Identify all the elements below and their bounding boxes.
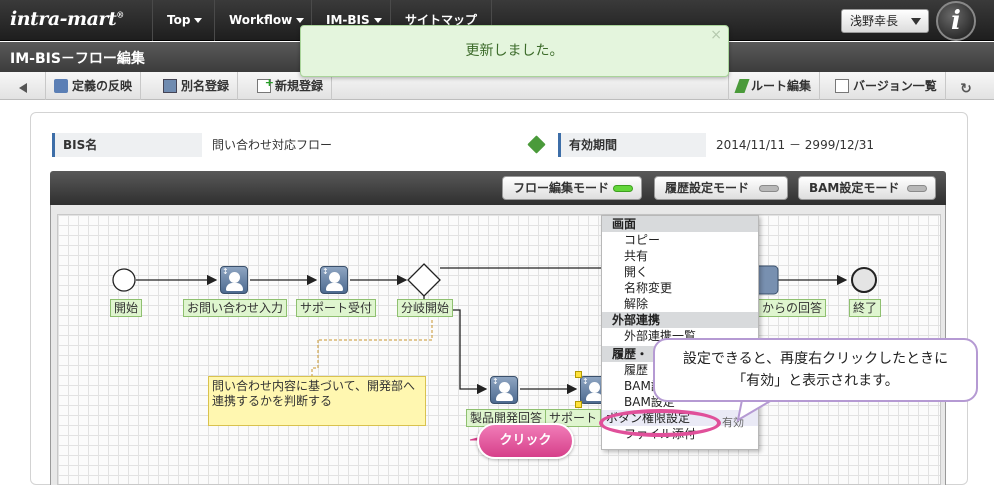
callout-tail bbox=[736, 399, 776, 422]
callout-line-2: 「有効」と表示されます。 bbox=[732, 373, 899, 389]
click-badge: クリック bbox=[477, 423, 574, 459]
explanation-callout: 設定できると、再度右クリックしたときに 「有効」と表示されます。 bbox=[653, 338, 978, 402]
screen: intra-mart® Top Workflow IM-BIS サイトマップ 浅… bbox=[0, 0, 994, 485]
close-icon[interactable]: × bbox=[710, 26, 722, 44]
callout-line-1: 設定できると、再度右クリックしたときに bbox=[682, 351, 949, 367]
notification-message: 更新しました。 bbox=[465, 43, 564, 59]
update-notification: 更新しました。 × bbox=[300, 25, 729, 77]
